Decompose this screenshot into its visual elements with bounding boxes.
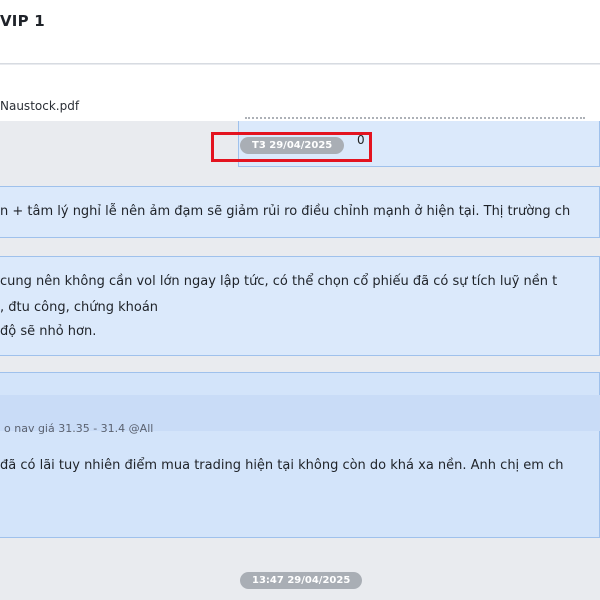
chat-header: VIP 1 <box>0 0 600 64</box>
attachment-file-name[interactable]: Naustock.pdf <box>0 99 79 113</box>
reply-quote-text: o nav giá 31.35 - 31.4 @All <box>4 422 154 435</box>
highlight-box <box>211 132 372 162</box>
cropped-text-line <box>245 117 585 127</box>
chat-title[interactable]: VIP 1 <box>0 12 45 30</box>
message-bubble[interactable]: cung nên không cần vol lớn ngay lập tức,… <box>0 256 600 356</box>
message-bubble[interactable]: n + tâm lý nghỉ lễ nên ảm đạm sẽ giảm rủ… <box>0 186 600 238</box>
message-text: cung nên không cần vol lớn ngay lập tức,… <box>0 274 558 289</box>
message-text: n + tâm lý nghỉ lễ nên ảm đạm sẽ giảm rủ… <box>0 204 571 219</box>
timestamp-chip: 13:47 29/04/2025 <box>240 572 363 589</box>
message-text: đã có lãi tuy nhiên điểm mua trading hiệ… <box>0 458 564 473</box>
attachment-bar[interactable]: Naustock.pdf <box>0 65 600 121</box>
message-bubble-reply[interactable]: o nav giá 31.35 - 31.4 @All đã có lãi tu… <box>0 372 600 538</box>
message-text: , đtu công, chứng khoán <box>0 300 159 315</box>
message-text: độ sẽ nhỏ hơn. <box>0 324 97 339</box>
